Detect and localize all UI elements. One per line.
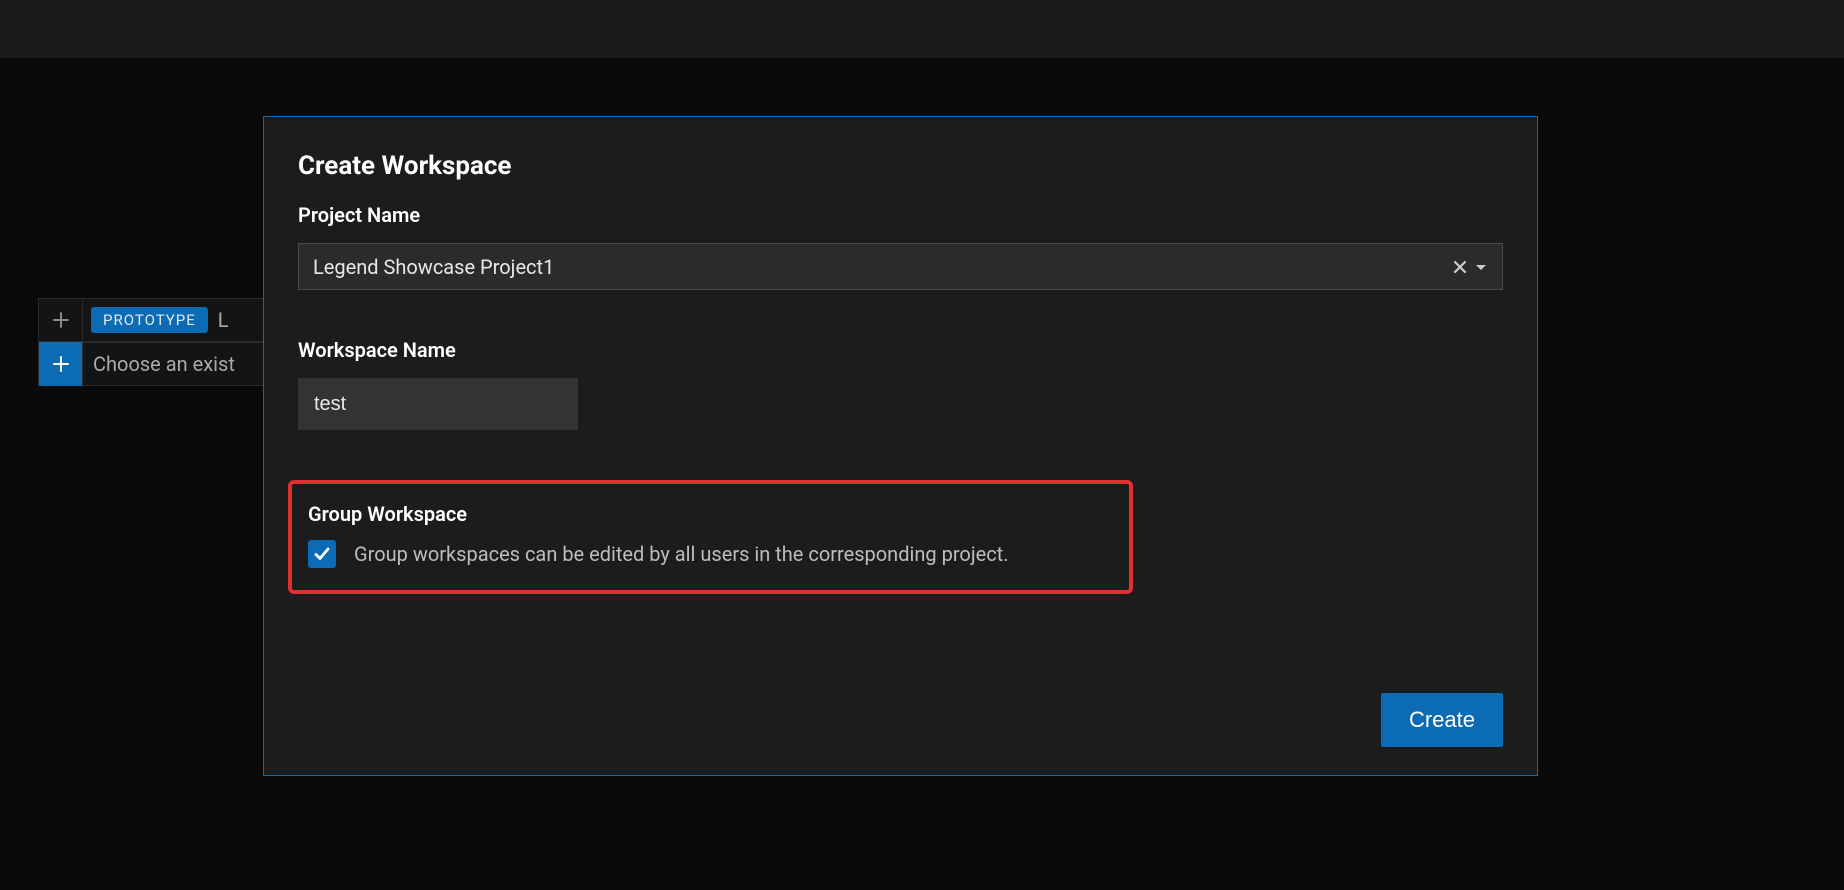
- prototype-badge: PROTOTYPE: [91, 307, 208, 333]
- group-workspace-section: Group Workspace Group workspaces can be …: [288, 480, 1133, 594]
- group-workspace-description: Group workspaces can be edited by all us…: [354, 542, 1009, 566]
- create-button[interactable]: Create: [1381, 693, 1503, 747]
- create-workspace-modal: Create Workspace Project Name Legend Sho…: [263, 116, 1538, 776]
- project-name-value: Legend Showcase Project1: [313, 255, 1452, 279]
- group-workspace-checkbox[interactable]: [308, 540, 336, 568]
- prototype-row[interactable]: PROTOTYPE L: [38, 298, 278, 342]
- plus-icon[interactable]: [39, 342, 83, 386]
- plus-icon[interactable]: [39, 298, 83, 342]
- choose-workspace-row[interactable]: Choose an exist: [38, 342, 278, 386]
- project-name-label: Project Name: [298, 203, 1503, 227]
- modal-footer: Create: [298, 693, 1503, 747]
- chevron-down-icon[interactable]: [1474, 260, 1488, 274]
- workspace-name-input[interactable]: [298, 378, 578, 430]
- clear-icon[interactable]: [1452, 259, 1468, 275]
- workspace-name-label: Workspace Name: [298, 338, 1503, 362]
- group-workspace-label: Group Workspace: [308, 502, 1113, 526]
- choose-workspace-text: Choose an exist: [93, 352, 235, 376]
- select-controls: [1452, 259, 1488, 275]
- modal-title: Create Workspace: [298, 151, 1503, 181]
- content-area: PROTOTYPE L Choose an exist Create Works…: [0, 58, 1844, 890]
- top-bar: [0, 0, 1844, 58]
- prototype-row-text: L: [218, 308, 229, 332]
- background-rows: PROTOTYPE L Choose an exist: [38, 298, 278, 386]
- group-workspace-checkbox-row: Group workspaces can be edited by all us…: [308, 540, 1113, 568]
- project-name-select[interactable]: Legend Showcase Project1: [298, 243, 1503, 290]
